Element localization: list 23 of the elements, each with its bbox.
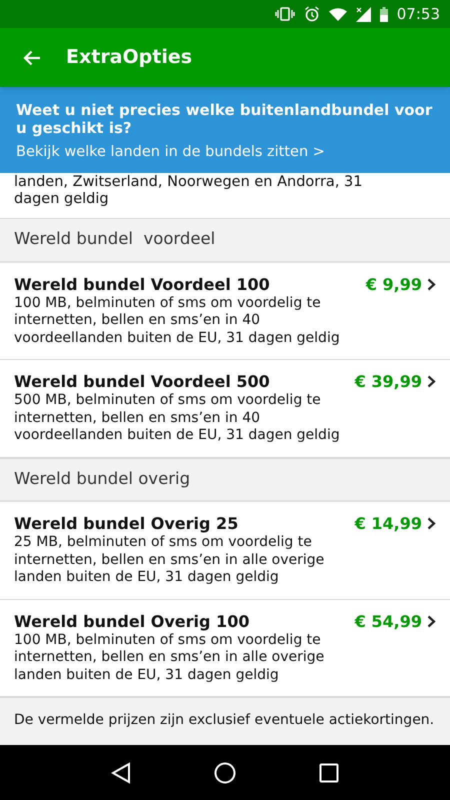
disclaimer-text: De vermelde prijzen zijn exclusief eventuele actiekortingen. bbox=[14, 711, 436, 730]
bundle-list-item[interactable]: Wereld bundel Overig 100 100 MB, belminuten of sms om voordelig te internetten, bellen en sms’en in alle overige landen buiten de EU, 31 dagen geldig € 54,99 bbox=[0, 600, 450, 698]
screen-title: ExtraOpties bbox=[66, 45, 192, 70]
bundle-description: 25 MB, belminuten of sms om voordelig te internetten, bellen en sms’en in alle overige landen buiten de EU, 31 dagen geldig bbox=[14, 534, 326, 586]
bundle-description: 100 MB, belminuten of sms om voordelig te internetten, bellen en sms’en in alle overige landen buiten de EU, 31 dagen geldig bbox=[14, 632, 326, 684]
bundle-title: Wereld bundel Voordeel 500 bbox=[14, 371, 271, 392]
section-header: Wereld bundel voordeel bbox=[14, 228, 216, 250]
bundle-price: € 54,99 bbox=[354, 610, 422, 632]
bundle-title: Wereld bundel Overig 25 bbox=[14, 513, 240, 534]
section-header: Wereld bundel overig bbox=[14, 468, 190, 490]
bundle-description: 100 MB, belminuten of sms om voordelig te internetten, bellen en sms’en in 40 voordeellanden buiten de EU, 31 dagen geldig bbox=[14, 294, 341, 347]
bundle-price: € 14,99 bbox=[354, 513, 422, 534]
bundle-title: Wereld bundel Overig 100 bbox=[14, 610, 250, 632]
bundle-price: € 9,99 bbox=[366, 274, 422, 294]
banner-question: Weet u niet precies welke buitenlandbundel voor u geschikt is? bbox=[16, 101, 434, 137]
bundle-price: € 39,99 bbox=[354, 371, 422, 392]
bundle-title: Wereld bundel Voordeel 100 bbox=[14, 274, 271, 294]
bundle-list-item[interactable]: Wereld bundel Voordeel 500 500 MB, belminuten of sms om voordelig te internetten, bellen en sms’en in 40 voordeellanden buiten de EU, 31 dagen geldig € 39,99 bbox=[0, 360, 450, 458]
bundle-list-item[interactable]: Wereld bundel Overig 25 25 MB, belminuten of sms om voordelig te internetten, bellen en sms’en in alle overige landen buiten de EU, 31 dagen geldig € 14,99 bbox=[0, 502, 450, 600]
bundle-list-item[interactable]: Wereld bundel Voordeel 100 100 MB, belminuten of sms om voordelig te internetten, bellen en sms’en in 40 voordeellanden buiten de EU, 31 dagen geldig € 9,99 bbox=[0, 262, 450, 360]
bundle-description: 500 MB, belminuten of sms om voordelig te internetten, bellen en sms’en in 40 voordeellanden buiten de EU, 31 dagen geldig bbox=[14, 392, 341, 444]
clock-time: 07:53 bbox=[396, 4, 440, 25]
item-description: landen, Zwitserland, Noorwegen en Andorra, 31 dagen geldig bbox=[14, 174, 364, 208]
